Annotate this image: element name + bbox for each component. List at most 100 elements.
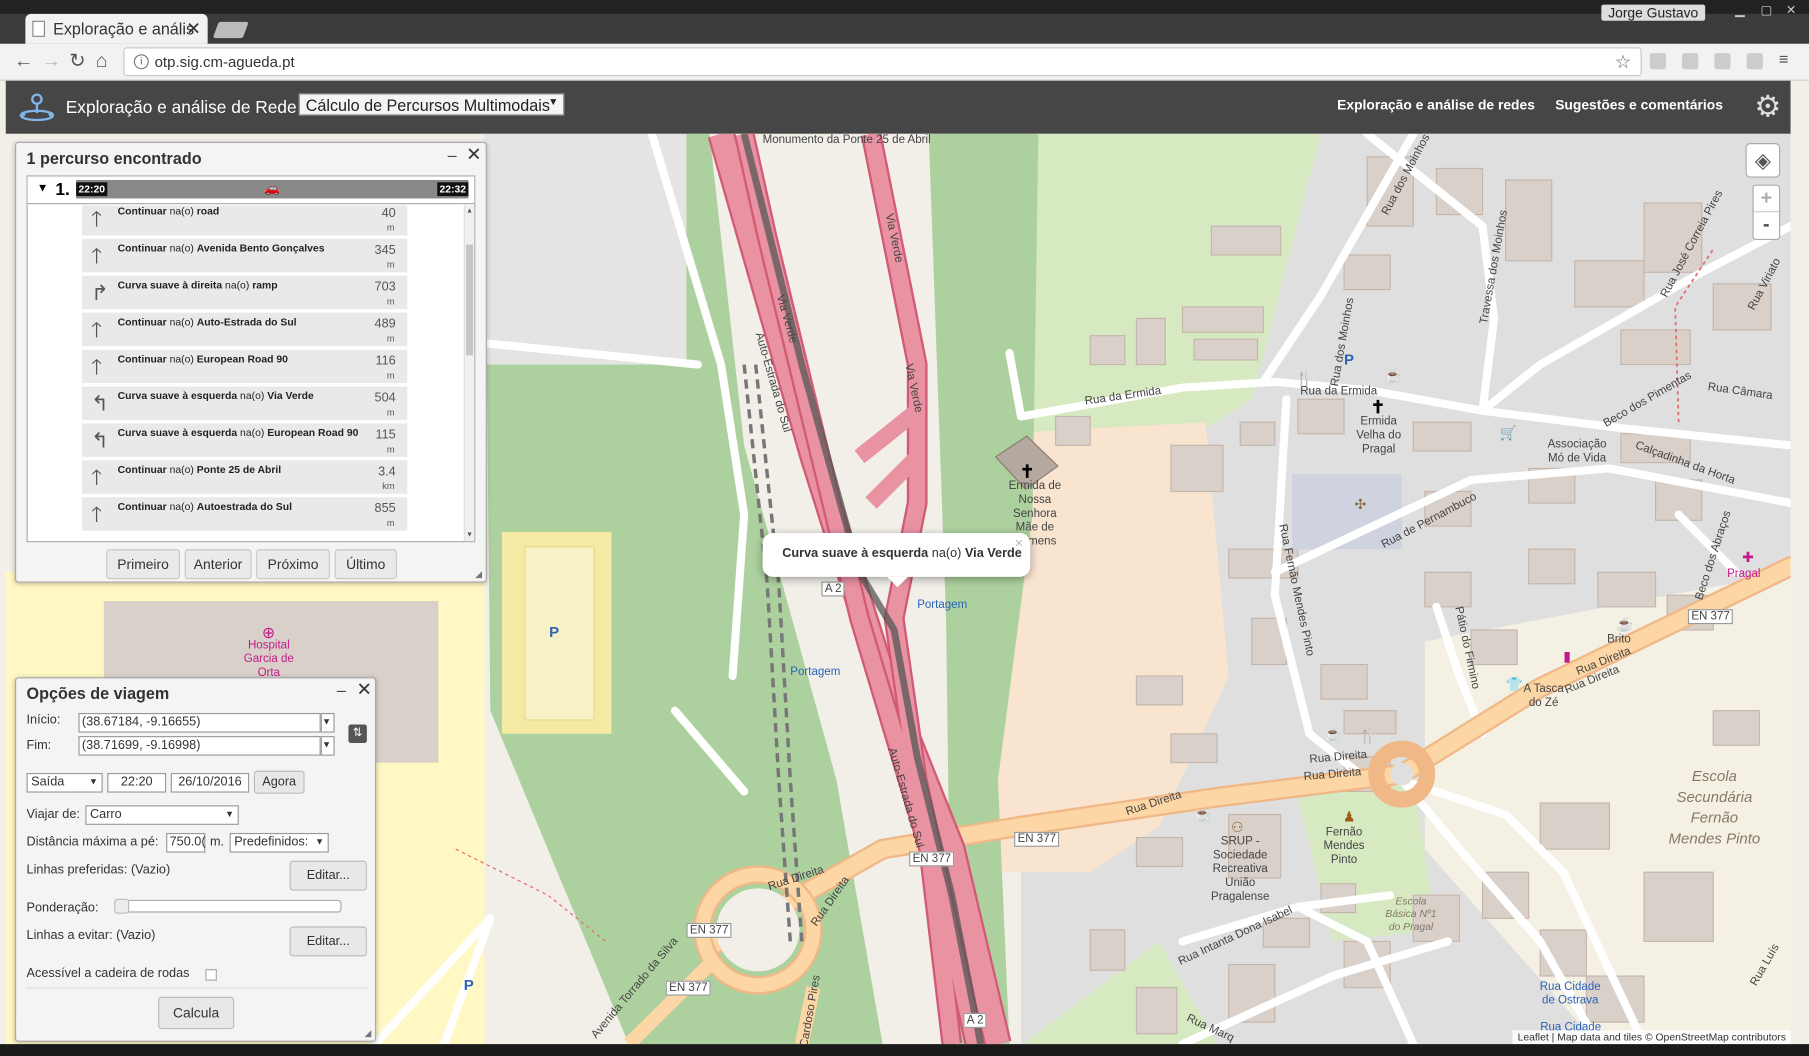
extension-icon[interactable]	[1746, 53, 1763, 70]
collapse-caret-icon[interactable]: ▼	[37, 182, 48, 195]
parking-icon: P	[1344, 350, 1355, 369]
maximize-icon[interactable]: ▢	[1761, 4, 1779, 17]
step-action: Continuar	[117, 316, 167, 328]
start-dropdown[interactable]: ▼	[320, 712, 335, 733]
panel-title: 1 percurso encontrado	[26, 148, 202, 168]
gear-icon[interactable]: ⚙	[1754, 89, 1781, 124]
restaurant-icon: 🍴	[1295, 370, 1313, 387]
home-icon[interactable]: ⌂	[96, 50, 108, 73]
step-action: Continuar	[117, 242, 167, 254]
depart-arrive-select[interactable]: Saída ▼	[26, 772, 103, 793]
close-window-icon[interactable]: ✕	[1786, 4, 1804, 17]
nav-suggestions[interactable]: Sugestões e comentários	[1555, 97, 1723, 113]
date-field[interactable]: 26/10/2016	[170, 772, 250, 793]
step-unit: m	[386, 259, 395, 270]
mode-select[interactable]: Cálculo de Percursos Multimodais ▼	[298, 93, 565, 116]
poi-label: A Tasca do Zé	[1523, 682, 1564, 710]
edit-preferred-button[interactable]: Editar...	[289, 860, 367, 891]
preset-select[interactable]: Predefinidos: ▼	[229, 832, 329, 853]
minimize-icon[interactable]: –	[337, 681, 346, 699]
panel-title: Opções de viagem	[26, 684, 170, 703]
route-step[interactable]: ↰ Curva suave à esquerda na(o) Via Verde 5…	[81, 386, 408, 422]
end-location-field[interactable]: (38.71699, -9.16998)	[78, 736, 321, 756]
step-instruction: Continuar na(o) Auto-Estrada do Sul	[118, 316, 372, 328]
swap-icon[interactable]: ⇅	[348, 724, 367, 743]
itinerary-header[interactable]: ▼ 1. 22:20 🚗 22:32	[27, 176, 475, 205]
profile-name[interactable]: Jorge Gustavo	[1601, 4, 1706, 21]
time-field[interactable]: 22:20	[107, 772, 167, 793]
itinerary-number: 1.	[55, 179, 70, 200]
step-prep: na(o)	[169, 463, 194, 476]
resize-handle-icon[interactable]: ◢	[475, 569, 482, 579]
school-label: Escola Secundária Fernão Mendes Pinto	[1668, 767, 1761, 847]
scroll-up-icon[interactable]: ▲	[466, 208, 473, 215]
close-icon[interactable]: ×	[1015, 534, 1024, 551]
route-step[interactable]: 🡑 Continuar na(o) road 40 m	[81, 205, 408, 237]
step-unit: m	[386, 407, 395, 418]
route-step[interactable]: 🡑 Continuar na(o) Auto-Estrada do Sul 489 m	[81, 312, 408, 348]
road-shield: A 2	[963, 1012, 987, 1028]
route-step[interactable]: 🡑 Continuar na(o) Autoestrada do Sul 855 m	[81, 497, 408, 532]
zoom-out-button[interactable]: -	[1754, 212, 1779, 239]
steps-list: 🡑 Continuar na(o) road 40 m 🡑 Continuar na(o)…	[28, 205, 464, 541]
popup-action: Curva suave à esquerda	[782, 546, 929, 561]
scrollbar[interactable]: ▲ ▼	[463, 205, 475, 542]
address-bar[interactable]: i otp.sig.cm-agueda.pt ☆	[123, 47, 1642, 77]
straight-arrow-icon: 🡑	[91, 503, 102, 527]
resize-handle-icon[interactable]: ◢	[364, 1028, 371, 1038]
minimize-icon[interactable]: –	[448, 145, 457, 163]
end-dropdown[interactable]: ▼	[320, 736, 335, 756]
church-icon: ✝	[1019, 462, 1035, 483]
app-title: Exploração e análise de Rede	[65, 98, 297, 118]
travel-mode-select[interactable]: Carro ▼	[85, 805, 239, 825]
menu-icon[interactable]: ≡	[1779, 50, 1795, 68]
forward-icon[interactable]: →	[42, 50, 62, 73]
minimize-icon[interactable]: ▁	[1735, 4, 1753, 17]
layers-icon[interactable]: ◈	[1745, 143, 1781, 178]
chevron-down-icon: ▼	[88, 776, 99, 787]
wheelchair-checkbox[interactable]	[205, 969, 217, 981]
route-step[interactable]: 🡑 Continuar na(o) European Road 90 116 m	[81, 349, 408, 385]
community-icon: ⚇	[1230, 819, 1244, 836]
route-step[interactable]: ↰ Curva suave à esquerda na(o) European R…	[81, 423, 408, 459]
close-tab-icon[interactable]: ✕	[186, 18, 201, 40]
step-instruction: Continuar na(o) Ponte 25 de Abril	[118, 464, 372, 476]
close-icon[interactable]: ✕	[466, 143, 481, 166]
now-button[interactable]: Agora	[253, 770, 305, 794]
scroll-down-icon[interactable]: ▼	[466, 532, 473, 539]
first-button[interactable]: Primeiro	[106, 549, 180, 580]
next-button[interactable]: Próximo	[256, 549, 330, 580]
extension-icon[interactable]	[1682, 53, 1699, 70]
start-location-field[interactable]: (38.67184, -9.16655)	[78, 712, 321, 733]
last-button[interactable]: Último	[334, 549, 397, 580]
edit-avoid-button[interactable]: Editar...	[289, 926, 367, 957]
chevron-down-icon: ▼	[548, 95, 559, 108]
bookmark-star-icon[interactable]: ☆	[1615, 51, 1632, 74]
nav-network-analysis[interactable]: Exploração e análise de redes	[1337, 97, 1535, 113]
slider-handle[interactable]	[114, 898, 130, 914]
extension-icon[interactable]	[1714, 53, 1731, 70]
new-tab-button[interactable]	[212, 21, 249, 39]
max-walk-field[interactable]: 750.0(	[166, 832, 206, 853]
route-step[interactable]: ↱ Curva suave à direita na(o) ramp 703 m	[81, 275, 408, 311]
step-prep: na(o)	[169, 353, 194, 365]
extension-icon[interactable]	[1649, 53, 1666, 70]
browser-tab[interactable]: Exploração e anális ✕	[25, 13, 208, 44]
back-icon[interactable]: ←	[14, 50, 34, 73]
close-icon[interactable]: ✕	[356, 678, 371, 701]
reload-icon[interactable]: ↻	[69, 50, 85, 73]
previous-button[interactable]: Anterior	[184, 549, 252, 580]
map-attribution: Leaflet | Map data and tiles © OpenStree…	[1512, 1030, 1791, 1045]
route-step[interactable]: 🡑 Continuar na(o) Ponte 25 de Abril 3.4 km	[81, 460, 408, 495]
preset-select-value: Predefinidos:	[234, 835, 309, 850]
scroll-thumb[interactable]	[466, 244, 474, 356]
url-text: otp.sig.cm-agueda.pt	[154, 53, 295, 71]
zoom-in-button[interactable]: +	[1753, 186, 1780, 213]
site-info-icon[interactable]: i	[133, 54, 149, 70]
school-label: Escola Básica Nº1 do Pragal	[1385, 895, 1437, 933]
weight-slider[interactable]	[114, 898, 342, 914]
route-step[interactable]: 🡑 Continuar na(o) Avenida Bento Gonçalves…	[81, 238, 408, 274]
road-shield: EN 377	[686, 922, 732, 938]
hospital-icon: ⊕	[261, 622, 276, 642]
calculate-button[interactable]: Calcula	[158, 996, 235, 1030]
